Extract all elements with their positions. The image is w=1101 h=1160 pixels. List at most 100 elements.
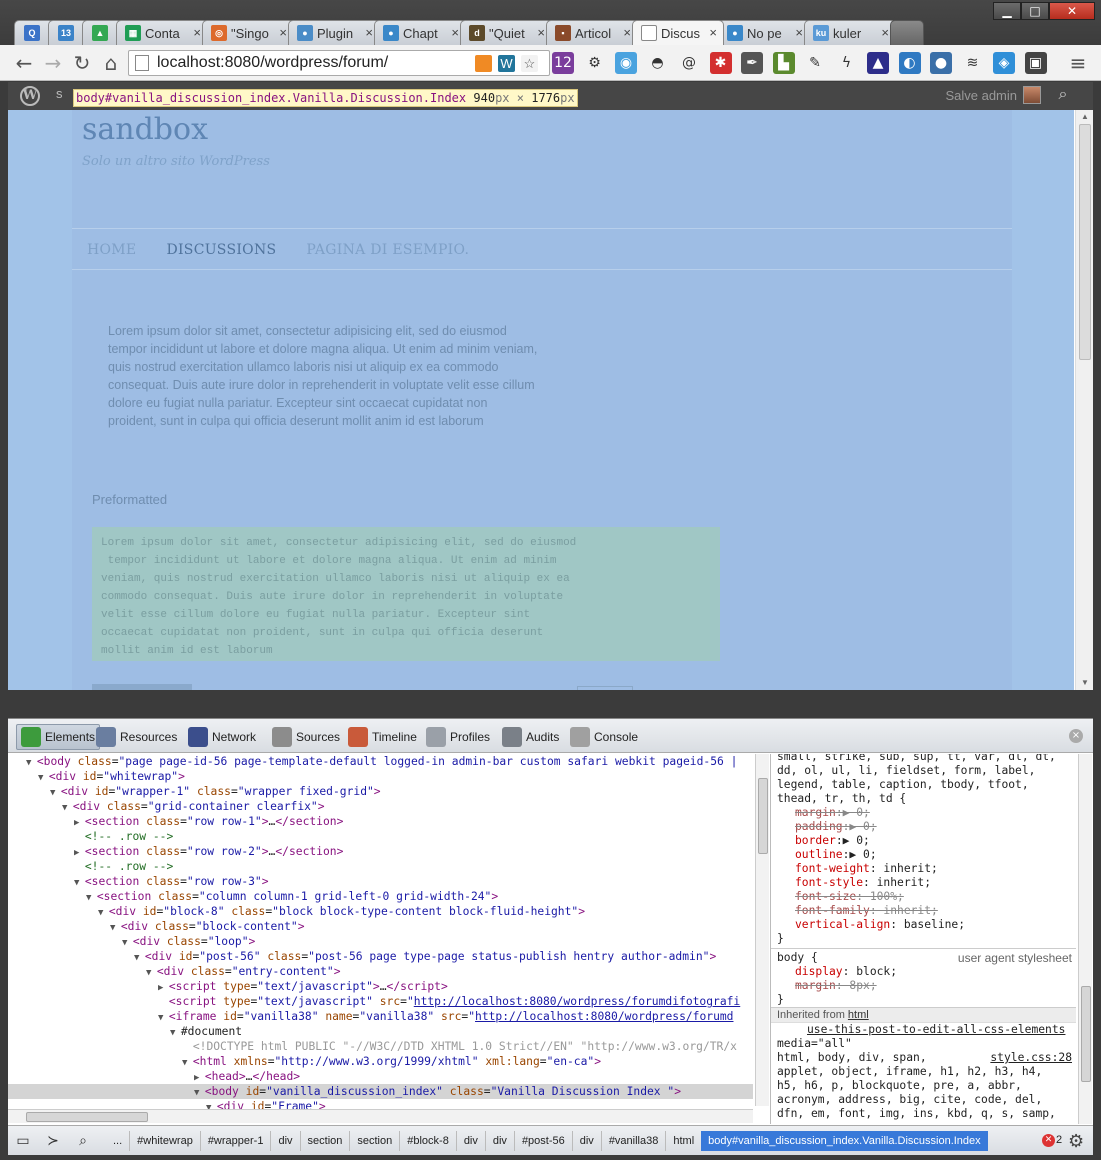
menu-icon[interactable]: ≡ bbox=[1066, 51, 1090, 75]
page-scrollbar[interactable]: ▲ ▼ bbox=[1075, 110, 1093, 690]
css-property-value[interactable]: :▶ 0; bbox=[836, 806, 870, 819]
wordpress-logo-icon[interactable]: W bbox=[20, 86, 40, 106]
dom-node[interactable]: ▼ <body id="vanilla_discussion_index" cl… bbox=[8, 1084, 753, 1099]
nav-discussions[interactable]: DISCUSSIONS bbox=[166, 242, 276, 258]
dom-node[interactable]: <!-- .row --> bbox=[8, 859, 753, 874]
elements-dom-tree[interactable]: ▼ <body class="page page-id-56 page-temp… bbox=[8, 754, 753, 1124]
pocket-icon[interactable]: ◐ bbox=[898, 52, 921, 74]
css-property-name[interactable]: margin bbox=[795, 806, 836, 819]
wordpress-icon[interactable]: W bbox=[498, 55, 515, 72]
stylesheet-link[interactable]: use-this-post-to-edit-all-css-elements bbox=[807, 1023, 1065, 1036]
dom-node[interactable]: ▼ <body class="page page-id-56 page-temp… bbox=[8, 754, 753, 769]
dom-node[interactable]: ▶ <script type="text/javascript">…</scri… bbox=[8, 979, 753, 994]
css-property-value[interactable]: : inherit; bbox=[870, 904, 938, 917]
inherited-from-link[interactable]: html bbox=[848, 1009, 869, 1021]
dom-node[interactable]: <!-- .row --> bbox=[8, 829, 753, 844]
css-property[interactable]: margin: 8px; bbox=[771, 979, 1076, 993]
wrench-icon[interactable]: ✎ bbox=[804, 52, 826, 74]
dom-node[interactable]: <script type="text/javascript" src="http… bbox=[8, 994, 753, 1009]
tab-close-icon[interactable]: × bbox=[537, 25, 545, 40]
css-property-value[interactable]: : baseline; bbox=[890, 918, 965, 931]
reload-button[interactable]: ↻ bbox=[70, 51, 94, 75]
css-property[interactable]: border:▶ 0; bbox=[771, 834, 1076, 848]
css-property-name[interactable]: border bbox=[795, 834, 836, 847]
hangouts-icon[interactable]: ◉ bbox=[615, 52, 637, 74]
expand-triangle-icon[interactable]: ▼ bbox=[122, 938, 133, 948]
stylesheet-file-link[interactable]: style.css:28 bbox=[990, 1051, 1076, 1065]
devtools-tab-sources[interactable]: Sources bbox=[272, 724, 340, 750]
home-button[interactable]: ⌂ bbox=[99, 51, 123, 75]
breadcrumb-item[interactable]: ... bbox=[106, 1131, 129, 1151]
css-selector[interactable]: html, body, div, span, style.css:28 bbox=[771, 1051, 1076, 1065]
devtools-tab-timeline[interactable]: Timeline bbox=[348, 724, 417, 750]
expand-triangle-icon[interactable]: ▼ bbox=[62, 803, 73, 813]
breadcrumb-item[interactable]: #whitewrap bbox=[129, 1131, 200, 1151]
gear-icon[interactable]: ⚙ bbox=[1068, 1131, 1084, 1152]
browser-tab[interactable]: d "Quiet × bbox=[460, 20, 552, 45]
dom-node[interactable]: ▼ <div class="grid-container clearfix"> bbox=[8, 799, 753, 814]
breadcrumb-item[interactable]: html bbox=[665, 1131, 701, 1151]
address-bar[interactable]: W☆ bbox=[128, 50, 550, 76]
dom-node[interactable]: ▼ <div class="block-content"> bbox=[8, 919, 753, 934]
css-property[interactable]: font-family: inherit; bbox=[771, 904, 1076, 918]
css-property-name[interactable]: font-size bbox=[795, 890, 856, 903]
css-property[interactable]: padding:▶ 0; bbox=[771, 820, 1076, 834]
dom-node[interactable]: ▶ <head>…</head> bbox=[8, 1069, 753, 1084]
expand-triangle-icon[interactable]: ▼ bbox=[158, 1013, 169, 1023]
collapse-triangle-icon[interactable]: ▶ bbox=[74, 848, 85, 858]
expand-triangle-icon[interactable]: ▼ bbox=[86, 893, 97, 903]
tab-close-icon[interactable]: × bbox=[365, 25, 373, 40]
browser-tab[interactable]: ku kuler × bbox=[804, 20, 896, 45]
expand-triangle-icon[interactable]: ▼ bbox=[134, 953, 145, 963]
collapse-triangle-icon[interactable]: ▶ bbox=[194, 1073, 205, 1083]
search-icon[interactable]: ⌕ bbox=[74, 1132, 92, 1150]
css-selector[interactable]: dfn, em, font, img, ins, kbd, q, s, samp… bbox=[771, 1107, 1076, 1121]
css-property-name[interactable]: padding bbox=[795, 820, 843, 833]
expand-triangle-icon[interactable]: ▼ bbox=[194, 1088, 205, 1098]
devtools-tab-network[interactable]: Network bbox=[188, 724, 256, 750]
css-property-value[interactable]: : 100%; bbox=[856, 890, 904, 903]
dom-horizontal-scrollbar[interactable] bbox=[8, 1109, 753, 1123]
expand-triangle-icon[interactable]: ▼ bbox=[170, 1028, 181, 1038]
css-selector[interactable]: legend, table, caption, tbody, tfoot, bbox=[771, 778, 1076, 792]
collapse-triangle-icon[interactable]: ▶ bbox=[74, 818, 85, 828]
dom-node[interactable]: ▼ <div id="wrapper-1" class="wrapper fix… bbox=[8, 784, 753, 799]
dom-node[interactable]: ▼ <div id="post-56" class="post-56 page … bbox=[8, 949, 753, 964]
site-title[interactable]: sandbox bbox=[82, 112, 208, 147]
css-property[interactable]: font-size: 100%; bbox=[771, 890, 1076, 904]
expand-triangle-icon[interactable]: ▼ bbox=[38, 773, 49, 783]
breadcrumb-item[interactable]: #vanilla38 bbox=[600, 1131, 666, 1151]
dom-node[interactable]: ▼ <div class="loop"> bbox=[8, 934, 753, 949]
expand-triangle-icon[interactable]: ▼ bbox=[50, 788, 61, 798]
maximize-button[interactable]: □ bbox=[1021, 2, 1049, 20]
puzzle-icon[interactable]: ◈ bbox=[993, 52, 1015, 74]
dom-node[interactable]: ▼ <div id="block-8" class="block block-t… bbox=[8, 904, 753, 919]
css-property-value[interactable]: :▶ 0; bbox=[843, 848, 877, 861]
css-property-name[interactable]: font-style bbox=[795, 876, 863, 889]
circle-icon[interactable]: ● bbox=[930, 52, 952, 74]
breadcrumb-item[interactable]: #wrapper-1 bbox=[199, 1131, 271, 1151]
error-icon[interactable]: ✕ bbox=[1042, 1134, 1055, 1147]
tab-close-icon[interactable]: × bbox=[279, 25, 287, 40]
styles-pane[interactable]: small, strike, sub, sup, tt, var, dl, dt… bbox=[770, 754, 1076, 1124]
styles-scroll-thumb[interactable] bbox=[1081, 986, 1091, 1082]
breadcrumb-item[interactable]: div bbox=[270, 1131, 299, 1151]
breadcrumb-item[interactable]: #block-8 bbox=[399, 1131, 456, 1151]
expand-triangle-icon[interactable]: ▼ bbox=[74, 878, 85, 888]
dom-node[interactable]: ▼ #document bbox=[8, 1024, 753, 1039]
expand-triangle-icon[interactable]: ▼ bbox=[98, 908, 109, 918]
expand-triangle-icon[interactable]: ▼ bbox=[26, 758, 37, 768]
css-property-name[interactable]: outline bbox=[795, 848, 843, 861]
dom-node[interactable]: ▼ <div id="whitewrap"> bbox=[8, 769, 753, 784]
styles-scrollbar[interactable] bbox=[1078, 754, 1092, 1124]
breadcrumb-item[interactable]: section bbox=[349, 1131, 399, 1151]
css-selector[interactable]: body {user agent stylesheet bbox=[771, 951, 1076, 965]
dom-hscroll-thumb[interactable] bbox=[26, 1112, 148, 1122]
console-drawer-icon[interactable]: ≻ bbox=[44, 1132, 62, 1150]
browser-tab[interactable]: ▪ Articol × bbox=[546, 20, 638, 45]
lightning-icon[interactable]: ϟ bbox=[835, 52, 858, 74]
browser-tab[interactable]: ◎ "Singo × bbox=[202, 20, 294, 45]
rss-feed-icon[interactable] bbox=[475, 55, 492, 72]
css-property-value[interactable]: : inherit; bbox=[870, 862, 938, 875]
browser-tab[interactable]: Discus × bbox=[632, 20, 724, 45]
